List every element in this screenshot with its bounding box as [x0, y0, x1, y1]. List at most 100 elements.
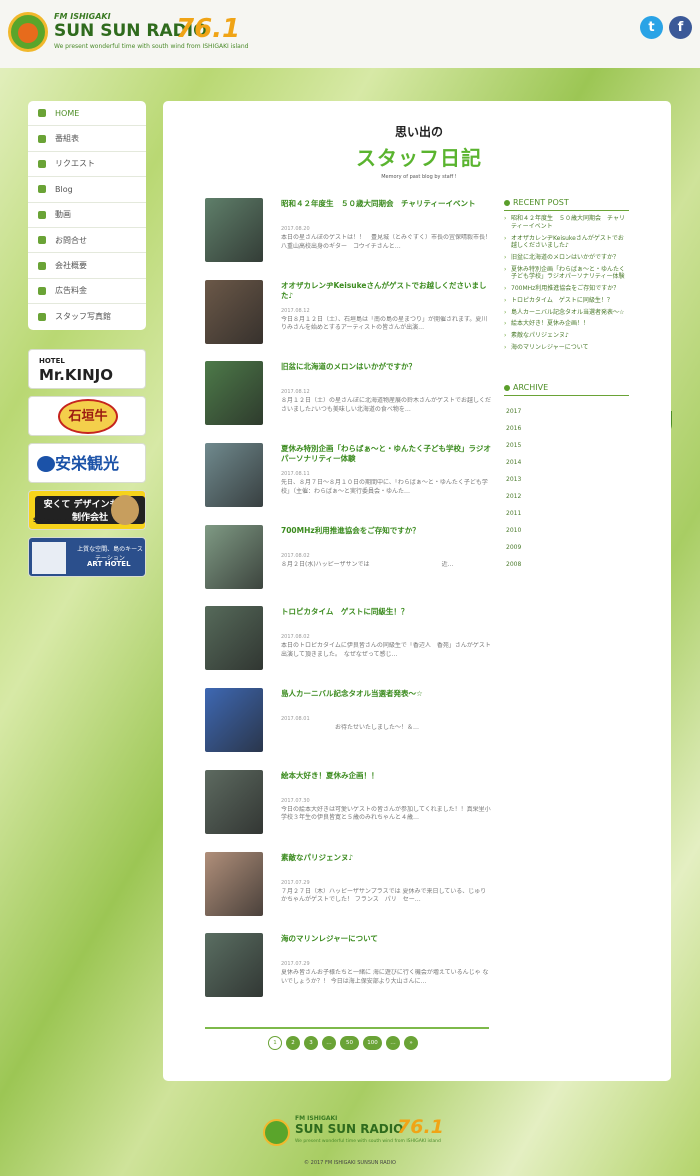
- nav-item-company[interactable]: 会社概要: [28, 253, 146, 279]
- recent-post-link[interactable]: トロピカタイム ゲストに同級生！？: [504, 297, 629, 305]
- banner-ishigakigyu[interactable]: 石垣牛: [28, 395, 146, 436]
- logo-station-top: FM ISHIGAKI: [54, 12, 111, 21]
- staff-diary-line1: 思い出の: [394, 125, 443, 139]
- post-date: 2017.08.02: [281, 634, 310, 641]
- post-excerpt: お待たせいたしました〜！＆…: [281, 724, 420, 732]
- post-thumbnail[interactable]: [205, 769, 263, 834]
- post-date: 2017.07.30: [281, 797, 310, 804]
- page-link[interactable]: …: [322, 1036, 336, 1050]
- post-excerpt: 先日、８月７日〜８月１０日の期間中に、「わらばぁ～と・ゆんたく子ども学校」（主催…: [281, 479, 488, 495]
- copyright: © 2017 FM ISHIGAKI SUNSUN RADIO: [304, 1160, 396, 1166]
- post-date: 2017.08.12: [281, 389, 310, 396]
- nav-item-label: スタッフ写真館: [55, 312, 111, 322]
- site-logo[interactable]: FM ISHIGAKI SUN SUN RADIO 76.1 We presen…: [8, 12, 248, 58]
- recent-post-link[interactable]: 700MHz利用推進協会をご存知ですか？: [504, 285, 629, 293]
- post-title-link[interactable]: 旧盆に北海道のメロンはいかがですか？: [281, 362, 491, 372]
- nav-item-blog[interactable]: Blog: [28, 177, 146, 203]
- archive-year-link[interactable]: 2009: [504, 539, 629, 556]
- post-title-link[interactable]: オオザカレンヂKeisukeさんがゲストでお越しくださいました♪: [281, 281, 491, 301]
- nav-item-video[interactable]: 動画: [28, 203, 146, 228]
- page-link[interactable]: 50: [340, 1036, 359, 1050]
- staff-diary-line3: Memory of past blog by staff !: [381, 174, 457, 180]
- twitter-icon[interactable]: t: [640, 16, 663, 39]
- recent-post-link[interactable]: 海のマリンレジャーについて: [504, 344, 629, 352]
- banner-kinjo-small: HOTEL: [39, 356, 65, 365]
- recent-post-link[interactable]: 夏休み特別企画「わらばぁ～と・ゆんたく子ども学校」ラジオパーソナリティー体験: [504, 266, 629, 281]
- post-title-link[interactable]: 島人カーニバル記念タオル当選者発表～☆: [281, 689, 491, 699]
- nav-item-home[interactable]: HOME: [28, 101, 146, 127]
- post-title-link[interactable]: トロピカタイム ゲストに同級生！？: [281, 607, 491, 617]
- banner-anei-kanko[interactable]: 安栄観光: [28, 442, 146, 483]
- recent-icon: [504, 199, 510, 206]
- post-title-link[interactable]: 海のマリンレジャーについて: [281, 934, 491, 944]
- post-thumbnail[interactable]: [205, 524, 263, 589]
- archive-year-link[interactable]: 2008: [504, 556, 629, 573]
- right-column: RECENT POST 昭和４２年度生 ５０歳大同期会 チャリティーイベントオオ…: [504, 198, 629, 573]
- banner-anei-label: 安栄観光: [54, 453, 119, 473]
- page-link[interactable]: 3: [304, 1036, 318, 1050]
- archive-year-link[interactable]: 2013: [504, 471, 629, 488]
- recent-post-link[interactable]: 昭和４２年度生 ５０歳大同期会 チャリティーイベント: [504, 215, 629, 230]
- post-thumbnail[interactable]: [205, 933, 263, 998]
- yen-icon: [38, 286, 46, 295]
- recent-post-link[interactable]: 島人カーニバル記念タオル当選者発表～☆: [504, 309, 629, 317]
- footer-station-top: FM ISHIGAKI: [295, 1115, 338, 1122]
- post-title-link[interactable]: 夏休み特別企画「わらばぁ～と・ゆんたく子ども学校」ラジオパーソナリティー体験: [281, 444, 491, 464]
- post-thumbnail[interactable]: [205, 443, 263, 508]
- recent-post-link[interactable]: 絵本大好き！夏休み企画！！: [504, 320, 629, 328]
- page-link[interactable]: …: [386, 1036, 400, 1050]
- post-item: 海のマリンレジャーについて 2017.07.29 夏休み皆さんお子様たちと一緒に 海…: [205, 933, 489, 1015]
- recent-post-heading-label: RECENT POST: [513, 198, 569, 207]
- archive-year-link[interactable]: 2017: [504, 403, 629, 420]
- camera-icon: [38, 312, 46, 321]
- nav-item-request[interactable]: リクエスト: [28, 152, 146, 178]
- archive-year-link[interactable]: 2014: [504, 454, 629, 471]
- post-thumbnail[interactable]: [205, 688, 263, 753]
- archive-year-link[interactable]: 2010: [504, 522, 629, 539]
- footer-logo[interactable]: FM ISHIGAKI SUN SUN RADIO 76.1 We presen…: [263, 1114, 444, 1150]
- post-item: 素敵なパリジェンヌ♪ 2017.07.29 ７月２７日（木）ハッピーザサンプラスでは…: [205, 851, 491, 934]
- nav-item-label: お問合せ: [55, 235, 87, 245]
- divider: [205, 1027, 489, 1029]
- pagination: 1 2 3 … 50 100 … »: [268, 1036, 418, 1051]
- recent-post-link[interactable]: オオザカレンヂKeisukeさんがゲストでお越しくださいました♪: [504, 235, 629, 250]
- archive-year-link[interactable]: 2012: [504, 488, 629, 505]
- nav-item-label: 広告料金: [55, 286, 87, 296]
- recent-post-link[interactable]: 素敵なパリジェンヌ♪: [504, 332, 629, 340]
- post-thumbnail[interactable]: [205, 198, 263, 262]
- post-thumbnail[interactable]: [205, 606, 263, 671]
- nav-item-label: 動画: [55, 210, 71, 220]
- recent-post-link[interactable]: 旧盆に北海道のメロンはいかがですか？: [504, 254, 629, 262]
- page-link[interactable]: 2: [286, 1036, 300, 1050]
- archive-year-link[interactable]: 2015: [504, 437, 629, 454]
- nav-item-contact[interactable]: お問合せ: [28, 228, 146, 254]
- page-current: 1: [268, 1036, 282, 1050]
- page-link[interactable]: 100: [363, 1036, 382, 1050]
- post-thumbnail[interactable]: [205, 851, 263, 916]
- nav-item-staff-photos[interactable]: スタッフ写真館: [28, 304, 146, 329]
- staff-diary-logo: 思い出の スタッフ日記 Memory of past blog by staff…: [349, 123, 489, 187]
- post-title-link[interactable]: 昭和４２年度生 ５０歳大同期会 チャリティーイベント: [281, 199, 491, 209]
- post-date: 2017.08.12: [281, 307, 310, 314]
- banner-design-company[interactable]: 安くて デザインもいい 制作会社 Stylewrok: [28, 489, 146, 530]
- nav-item-ad-rates[interactable]: 広告料金: [28, 279, 146, 305]
- banner-art-hotel[interactable]: 上質な空間、島のキーステーション ART HOTEL: [28, 536, 146, 577]
- post-title-link[interactable]: 素敵なパリジェンヌ♪: [281, 853, 491, 863]
- post-thumbnail[interactable]: [205, 361, 263, 426]
- page-link[interactable]: »: [404, 1036, 418, 1050]
- nav-item-label: 番組表: [55, 134, 79, 144]
- pencil-icon: [38, 185, 46, 194]
- archive-year-link[interactable]: 2016: [504, 420, 629, 437]
- post-item: 昭和４２年度生 ５０歳大同期会 チャリティーイベント 2017.08.20 本日の星…: [205, 198, 491, 280]
- post-title-link[interactable]: 700MHz利用推進協会をご存知ですか？: [281, 526, 491, 536]
- nav-item-schedule[interactable]: 番組表: [28, 126, 146, 152]
- post-thumbnail[interactable]: [205, 279, 263, 344]
- nav-item-label: Blog: [55, 184, 73, 194]
- banner-hotel-mr-kinjo[interactable]: HOTEL Mr.KINJO: [28, 348, 146, 389]
- facebook-icon[interactable]: f: [669, 16, 692, 39]
- chat-icon: [38, 159, 46, 168]
- person-photo-icon: [111, 494, 139, 525]
- archive-year-link[interactable]: 2011: [504, 505, 629, 522]
- post-title-link[interactable]: 絵本大好き！夏休み企画！！: [281, 771, 491, 781]
- post-date: 2017.08.02: [281, 552, 310, 559]
